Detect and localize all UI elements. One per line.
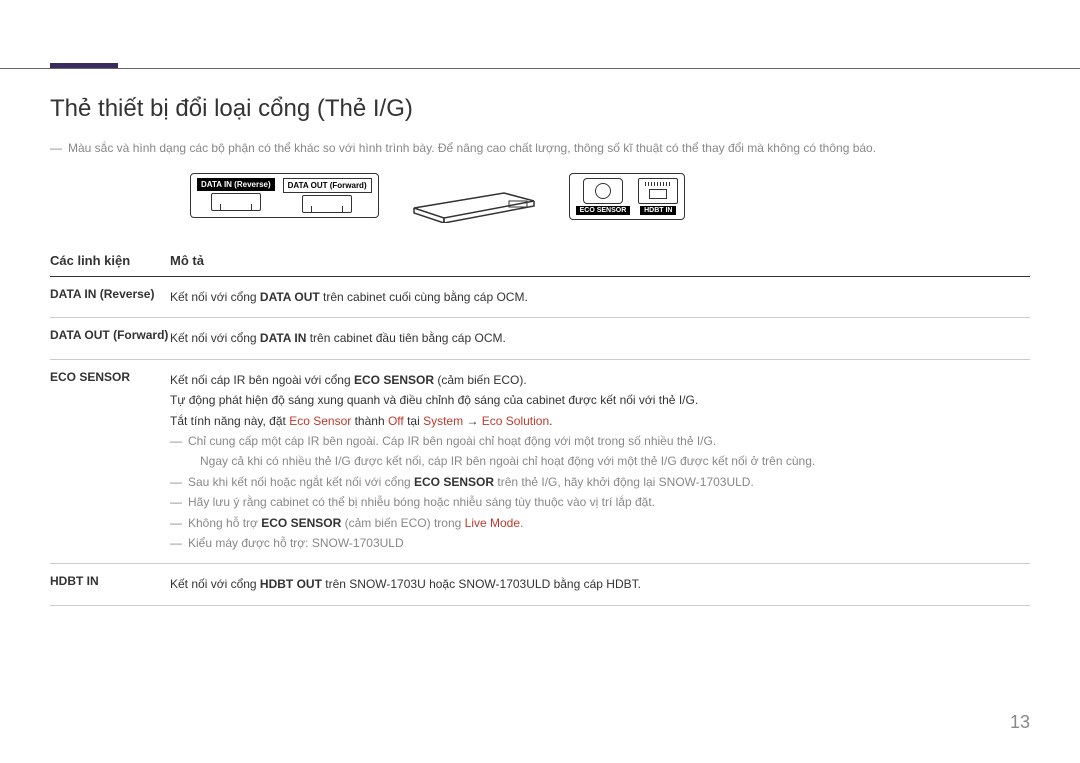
page-number: 13 bbox=[1010, 712, 1030, 733]
ports-diagram-1: DATA IN (Reverse) DATA OUT (Forward) bbox=[190, 173, 379, 223]
table-row: HDBT IN Kết nối với cổng HDBT OUT trên S… bbox=[50, 564, 1030, 605]
data-in-port-icon bbox=[211, 193, 261, 211]
table-row: DATA OUT (Forward) Kết nối với cổng DATA… bbox=[50, 318, 1030, 359]
row-component: ECO SENSOR bbox=[50, 370, 170, 554]
ports-diagram-2: ECO SENSOR HDBT IN bbox=[569, 173, 686, 223]
main-content: Thẻ thiết bị đổi loại cổng (Thẻ I/G) Màu… bbox=[50, 0, 1030, 606]
th-description: Mô tả bbox=[170, 253, 204, 268]
diagram-row: DATA IN (Reverse) DATA OUT (Forward) bbox=[50, 173, 1030, 223]
row-description: Kết nối với cổng HDBT OUT trên SNOW-1703… bbox=[170, 574, 1030, 594]
table-row: DATA IN (Reverse) Kết nối với cổng DATA … bbox=[50, 277, 1030, 318]
components-table: Các linh kiện Mô tả DATA IN (Reverse) Kế… bbox=[50, 253, 1030, 606]
eco-sensor-label: ECO SENSOR bbox=[576, 206, 631, 215]
row-description: Kết nối với cổng DATA OUT trên cabinet c… bbox=[170, 287, 1030, 307]
row-description: Kết nối cáp IR bên ngoài với cổng ECO SE… bbox=[170, 370, 1030, 554]
top-divider bbox=[0, 68, 1080, 69]
th-component: Các linh kiện bbox=[50, 253, 170, 268]
data-out-label: DATA OUT (Forward) bbox=[283, 178, 372, 193]
card-3d-diagram bbox=[409, 173, 539, 223]
eco-sensor-port-icon bbox=[583, 178, 623, 204]
data-out-port-icon bbox=[302, 195, 352, 213]
row-description: Kết nối với cổng DATA IN trên cabinet đầ… bbox=[170, 328, 1030, 348]
section-title: Thẻ thiết bị đổi loại cổng (Thẻ I/G) bbox=[50, 95, 1030, 123]
top-note: Màu sắc và hình dạng các bộ phận có thể … bbox=[50, 141, 1030, 155]
row-component: HDBT IN bbox=[50, 574, 170, 594]
table-header: Các linh kiện Mô tả bbox=[50, 253, 1030, 277]
hdbt-port-icon bbox=[638, 178, 678, 204]
table-row: ECO SENSOR Kết nối cáp IR bên ngoài với … bbox=[50, 360, 1030, 565]
row-component: DATA OUT (Forward) bbox=[50, 328, 170, 348]
data-in-label: DATA IN (Reverse) bbox=[197, 178, 275, 191]
row-component: DATA IN (Reverse) bbox=[50, 287, 170, 307]
hdbt-in-label: HDBT IN bbox=[640, 206, 676, 215]
